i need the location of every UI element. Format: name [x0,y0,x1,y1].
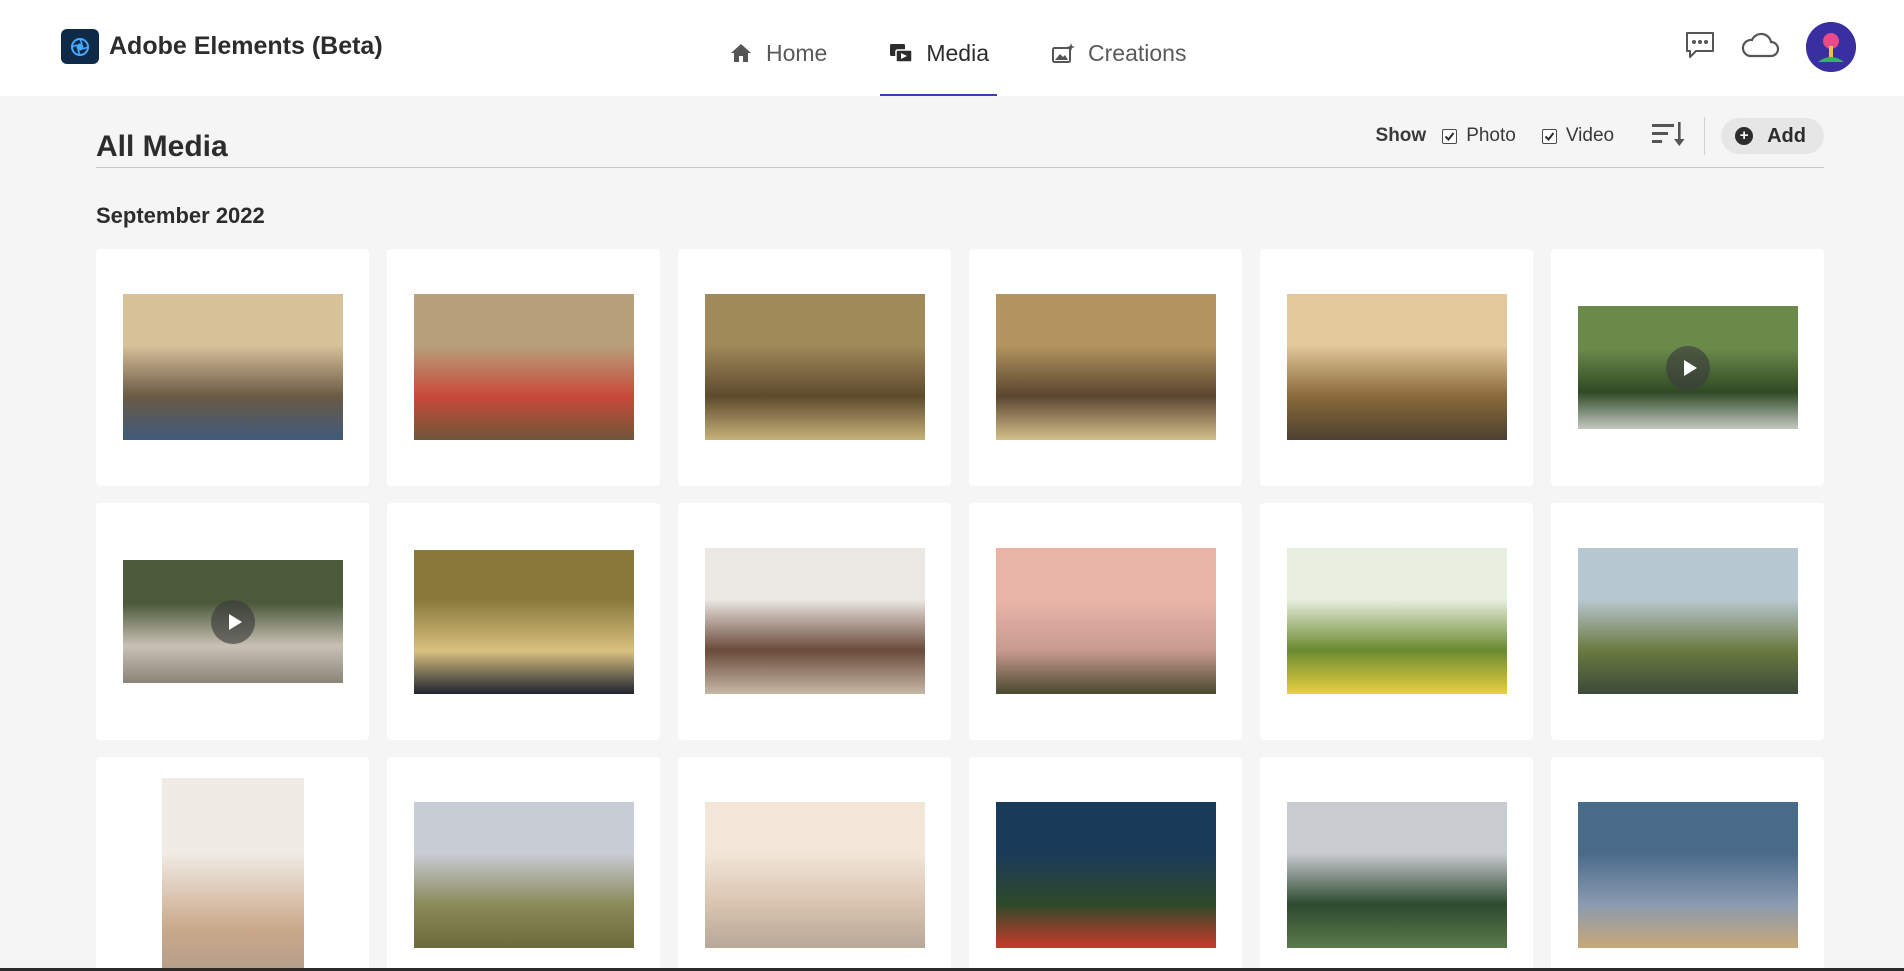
nav-media[interactable]: Media [880,0,997,96]
media-card[interactable] [96,249,369,486]
cloud-icon [1740,31,1780,64]
media-card[interactable] [387,503,660,740]
media-thumbnail [705,548,925,694]
nav-home[interactable]: Home [720,0,835,96]
sort-icon [1651,120,1685,153]
media-card[interactable] [1551,757,1824,971]
media-thumbnail [1578,306,1798,429]
media-card[interactable] [387,249,660,486]
media-thumbnail [123,294,343,440]
media-card[interactable] [96,503,369,740]
media-thumbnail [414,294,634,440]
app-title: Adobe Elements (Beta) [109,32,383,60]
media-thumbnail [1287,802,1507,948]
media-thumbnail [996,802,1216,948]
media-thumbnail [1578,548,1798,694]
media-card[interactable] [1260,757,1533,971]
checkbox-checked-icon [1442,128,1458,144]
add-button[interactable]: + Add [1721,118,1824,154]
media-card[interactable] [678,503,951,740]
media-thumbnail [996,548,1216,694]
top-actions [1664,22,1856,72]
media-thumbnail [162,778,304,971]
filter-photo-label: Photo [1466,125,1516,146]
filter-video-label: Video [1565,125,1615,146]
nav-creations[interactable]: Creations [1042,0,1194,96]
home-icon [728,40,754,66]
media-thumbnail [705,294,925,440]
elements-logo-icon [61,29,99,64]
media-thumbnail [414,802,634,948]
nav-home-label: Home [766,39,828,66]
media-card[interactable] [387,757,660,971]
media-icon [888,40,914,66]
media-card[interactable] [96,757,369,971]
media-card[interactable] [969,757,1242,971]
nav-creations-label: Creations [1088,39,1187,66]
cloud-button[interactable] [1736,23,1784,71]
media-thumbnail [1578,802,1798,948]
media-thumbnail [1287,294,1507,440]
show-label: Show [1375,125,1427,146]
media-card[interactable] [969,503,1242,740]
nav-media-label: Media [926,39,990,66]
media-thumbnail [123,560,343,683]
creations-icon [1050,40,1076,66]
media-card[interactable] [1551,249,1824,486]
add-icon: + [1735,127,1754,145]
media-card[interactable] [678,249,951,486]
media-card[interactable] [678,757,951,971]
media-card[interactable] [1260,503,1533,740]
media-toolbar: Show Photo Video + Add [1376,116,1824,156]
page-title: All Media [96,130,228,163]
section-title: September 2022 [96,203,265,228]
media-thumbnail [705,802,925,948]
top-bar: Adobe Elements (Beta) Home Media Creatio… [0,0,1904,96]
media-card[interactable] [969,249,1242,486]
toolbar-divider [1704,117,1706,155]
header-divider [96,167,1824,168]
media-grid [96,249,1824,971]
main-nav: Home Media Creations [720,0,1239,96]
filter-photo-checkbox[interactable]: Photo [1442,125,1516,147]
add-button-label: Add [1767,124,1806,147]
avatar[interactable] [1806,22,1856,72]
feedback-button[interactable] [1676,23,1724,71]
media-thumbnail [414,550,634,694]
brand[interactable]: Adobe Elements (Beta) [61,29,383,64]
sort-button[interactable] [1648,116,1688,156]
play-icon [1666,345,1710,390]
play-icon [211,599,255,644]
checkbox-checked-icon [1541,128,1557,144]
media-card[interactable] [1551,503,1824,740]
feedback-icon [1684,30,1716,65]
filter-video-checkbox[interactable]: Video [1541,125,1615,147]
media-card[interactable] [1260,249,1533,486]
media-thumbnail [1287,548,1507,694]
media-thumbnail [996,294,1216,440]
